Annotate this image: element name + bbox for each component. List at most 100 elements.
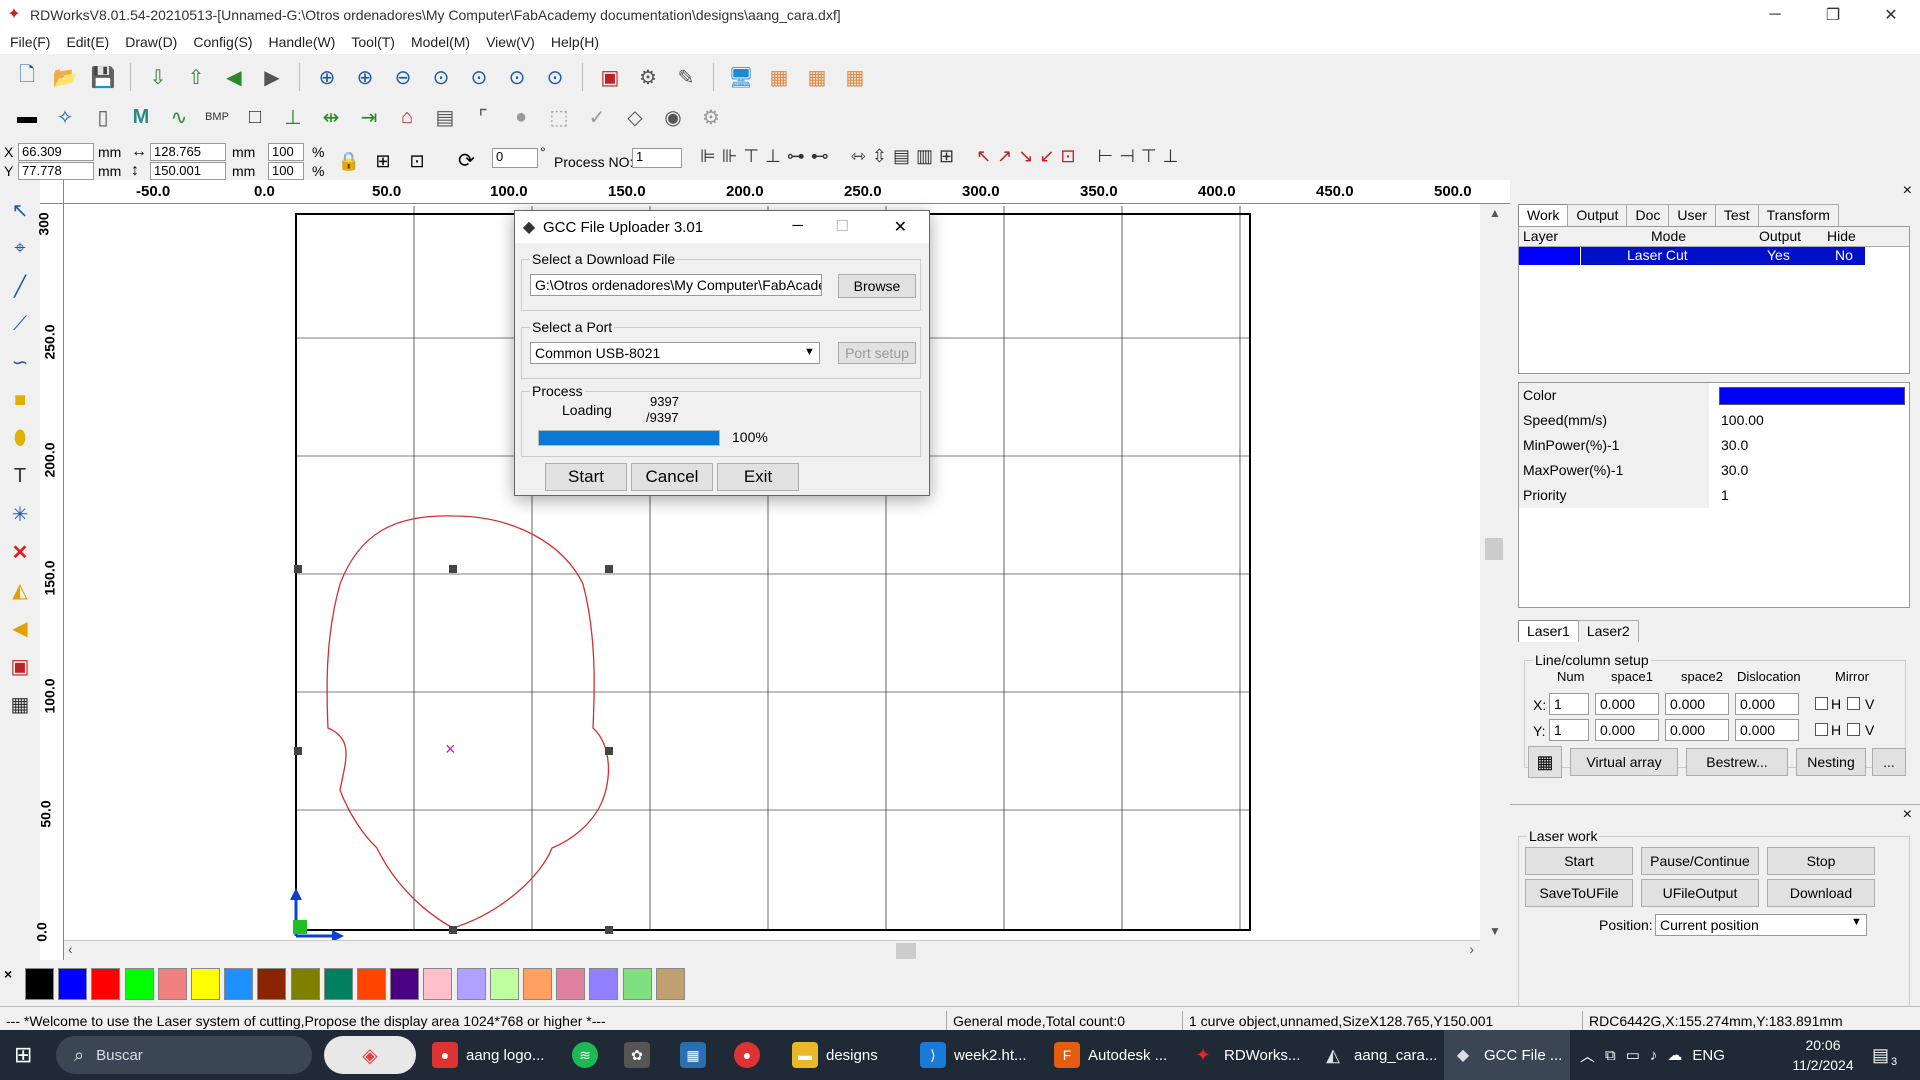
align-vcenter-icon[interactable]: ⊷	[811, 146, 829, 167]
y-num-field[interactable]: 1	[1549, 719, 1589, 741]
arrow-nw-icon[interactable]: ↖	[976, 146, 991, 167]
same-width-icon[interactable]: ⇿	[851, 146, 866, 167]
zoom-window-icon[interactable]: ⊙	[462, 60, 496, 94]
rect-select-icon[interactable]: □	[238, 100, 272, 134]
eraser-icon[interactable]: ◇	[618, 100, 652, 134]
menu-handle[interactable]: Handle(W)	[260, 34, 343, 50]
x-position-field[interactable]: 66.309	[18, 143, 94, 161]
x-space2-field[interactable]: 0.000	[1665, 693, 1729, 715]
palette-swatch[interactable]	[124, 968, 154, 1000]
align-right-icon[interactable]: ⊪	[722, 146, 738, 167]
x-num-field[interactable]: 1	[1549, 693, 1589, 715]
position-dropdown-icon[interactable]: ▼	[1851, 916, 1862, 928]
eye-icon[interactable]: ◉	[656, 100, 690, 134]
image-icon[interactable]: ▣	[2, 648, 38, 684]
curve-icon[interactable]: ∿	[162, 100, 196, 134]
layer-output[interactable]: Yes	[1767, 247, 1790, 263]
palette-swatch[interactable]	[523, 968, 552, 1000]
tab-laser1[interactable]: Laser1	[1518, 620, 1579, 642]
palette-swatch[interactable]	[91, 968, 121, 1000]
align-top-icon[interactable]: ⊤	[743, 146, 759, 167]
dotted-rect-icon[interactable]: ⬚	[542, 100, 576, 134]
tab-laser2[interactable]: Laser2	[1577, 620, 1639, 642]
edge-bottom-icon[interactable]: ⊥	[1163, 146, 1179, 167]
menu-tool[interactable]: Tool(T)	[343, 34, 403, 50]
dialog-start-button[interactable]: Start	[545, 463, 627, 491]
x-space1-field[interactable]: 0.000	[1595, 693, 1659, 715]
palette-swatch[interactable]	[456, 968, 486, 1000]
v-distribute-icon[interactable]: ▥	[916, 146, 933, 167]
layer-row[interactable]: Laser Cut Yes No	[1519, 247, 1865, 265]
save-icon[interactable]: 💾	[86, 60, 120, 94]
polyline-icon[interactable]: ⟋	[2, 306, 38, 342]
browse-button[interactable]: Browse	[838, 274, 916, 298]
open-folder-icon[interactable]: 📂	[48, 60, 82, 94]
port-dropdown-icon[interactable]: ▼	[804, 346, 815, 358]
y-dislocation-field[interactable]: 0.000	[1735, 719, 1799, 741]
menu-view[interactable]: View(V)	[478, 34, 543, 50]
clock[interactable]: 20:06 11/2/2024	[1788, 1035, 1858, 1075]
magic-wand-icon[interactable]: ✧	[48, 100, 82, 134]
more-button[interactable]: ...	[1872, 748, 1906, 776]
taskbar-rdworks[interactable]: ✦ RDWorks...	[1190, 1030, 1300, 1080]
lock-ratio-icon[interactable]: 🔒	[336, 148, 362, 174]
start-button[interactable]: Start	[1525, 847, 1633, 875]
palette-swatch[interactable]	[157, 968, 187, 1000]
taskbar-gcc-uploader[interactable]: ◆ GCC File ...	[1444, 1030, 1570, 1080]
process-no-field[interactable]: 1	[632, 148, 682, 168]
x-dislocation-field[interactable]: 0.000	[1735, 693, 1799, 715]
h-distribute-icon[interactable]: ▤	[893, 146, 910, 167]
book-icon[interactable]: ▤	[428, 100, 462, 134]
width-field[interactable]: 128.765	[150, 143, 226, 161]
weld-icon[interactable]: ⌂	[390, 100, 424, 134]
zoom-pan-icon[interactable]: ⊕	[310, 60, 344, 94]
menu-file[interactable]: File(F)	[2, 34, 58, 50]
align-left-icon[interactable]: ⊫	[700, 146, 716, 167]
path-icon[interactable]: ✎	[669, 60, 703, 94]
virtual-array-button[interactable]: Virtual array	[1570, 748, 1678, 776]
palette-swatch[interactable]	[423, 968, 453, 1000]
battery-icon[interactable]: ▭	[1626, 1046, 1640, 1064]
palette-swatch[interactable]	[589, 968, 619, 1000]
taskbar-inkscape[interactable]: ✿	[624, 1030, 650, 1080]
align-bottom-icon[interactable]: ⊥	[765, 146, 781, 167]
zoom-fit-icon[interactable]: ⊙	[538, 60, 572, 94]
bestrew-button[interactable]: Bestrew...	[1686, 748, 1788, 776]
y-mirror-h-checkbox[interactable]	[1815, 723, 1828, 736]
dialog-cancel-button[interactable]: Cancel	[631, 463, 713, 491]
zoom-page-icon[interactable]: ⊙	[424, 60, 458, 94]
zoom-out-icon[interactable]: ⊖	[386, 60, 420, 94]
v-scroll-thumb[interactable]	[1485, 538, 1503, 560]
position-select[interactable]: Current position	[1655, 914, 1867, 936]
bmp-icon[interactable]: BMP	[200, 100, 234, 134]
taskbar-aang-file[interactable]: ◭ aang_cara...	[1320, 1030, 1437, 1080]
laser-head-icon[interactable]: ▬	[10, 100, 44, 134]
check-icon[interactable]: ✓	[580, 100, 614, 134]
file-path-field[interactable]: G:\Otros ordenadores\My Computer\FabAcad…	[530, 274, 822, 296]
close-button[interactable]: ✕	[1862, 0, 1920, 30]
rotate-field[interactable]: 0	[492, 148, 538, 168]
y-space1-field[interactable]: 0.000	[1595, 719, 1659, 741]
volume-icon[interactable]: ♪	[1650, 1047, 1658, 1064]
notification-center[interactable]: ▤ 3	[1872, 1030, 1897, 1080]
import-icon[interactable]: ⇩	[141, 60, 175, 94]
tab-output[interactable]: Output	[1567, 204, 1628, 226]
priority-value[interactable]: 1	[1721, 487, 1729, 503]
edge-right-icon[interactable]: ⊣	[1119, 146, 1135, 167]
tab-work[interactable]: Work	[1518, 204, 1569, 226]
pause-continue-button[interactable]: Pause/Continue	[1641, 847, 1759, 875]
distribute-icon[interactable]: ⇹	[314, 100, 348, 134]
ufile-output-button[interactable]: UFileOutput	[1641, 879, 1759, 907]
layer-mode[interactable]: Laser Cut	[1627, 247, 1688, 263]
palette-swatch[interactable]	[489, 968, 519, 1000]
palette-swatch[interactable]	[556, 968, 586, 1000]
undo-icon[interactable]: ◀	[217, 60, 251, 94]
monitor-icon[interactable]: 🖥	[724, 60, 758, 94]
no-color-x[interactable]: ×	[4, 966, 12, 982]
arrow-ne-icon[interactable]: ↗	[997, 146, 1012, 167]
text-icon[interactable]: T	[2, 458, 38, 494]
ruler-icon[interactable]: ▯	[86, 100, 120, 134]
node-icon[interactable]: ⚙	[631, 60, 665, 94]
center-icon[interactable]: ⊞	[939, 146, 954, 167]
dialog-minimize-button[interactable]: ─	[792, 217, 803, 234]
